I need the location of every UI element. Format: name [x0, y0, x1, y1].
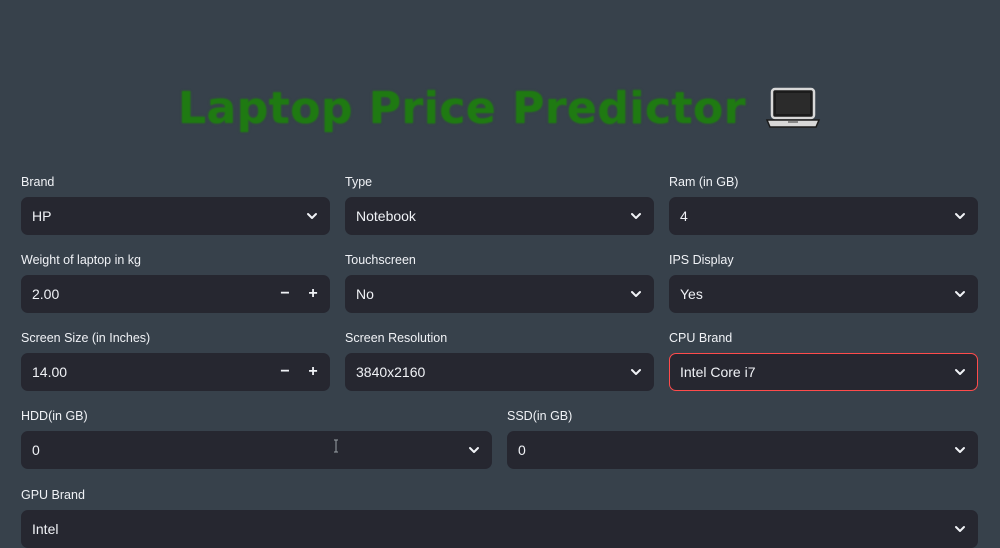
chevron-down-icon	[955, 369, 965, 375]
ips-select[interactable]: Yes	[669, 275, 978, 313]
ram-field: Ram (in GB) 4	[669, 174, 978, 235]
gpu-field: GPU Brand Intel	[21, 487, 978, 548]
resolution-value: 3840x2160	[356, 364, 426, 380]
page-title: Laptop Price Predictor	[178, 82, 746, 134]
chevron-down-icon	[307, 213, 317, 219]
type-value: Notebook	[356, 208, 416, 224]
brand-value: HP	[32, 208, 52, 224]
ram-label: Ram (in GB)	[669, 175, 739, 189]
screen-size-increment-button[interactable]: +	[299, 353, 327, 391]
ssd-label: SSD(in GB)	[507, 409, 573, 423]
touchscreen-field: Touchscreen No	[345, 252, 654, 313]
cpu-value: Intel Core i7	[680, 364, 756, 380]
ips-field: IPS Display Yes	[669, 252, 978, 313]
weight-value[interactable]: 2.00	[32, 286, 271, 302]
resolution-label: Screen Resolution	[345, 331, 448, 345]
ips-value: Yes	[680, 286, 703, 302]
hdd-field: HDD(in GB) 0	[21, 408, 492, 469]
resolution-select[interactable]: 3840x2160	[345, 353, 654, 391]
ssd-value: 0	[518, 442, 526, 458]
cpu-field: CPU Brand Intel Core i7	[669, 330, 978, 391]
ram-value: 4	[680, 208, 688, 224]
laptop-icon	[764, 86, 822, 130]
chevron-down-icon	[631, 213, 641, 219]
cpu-label: CPU Brand	[669, 331, 733, 345]
gpu-value: Intel	[32, 521, 59, 537]
chevron-down-icon	[955, 291, 965, 297]
hdd-label: HDD(in GB)	[21, 409, 88, 423]
chevron-down-icon	[631, 369, 641, 375]
weight-label: Weight of laptop in kg	[21, 253, 141, 267]
screen-size-field: Screen Size (in Inches) 14.00 − +	[21, 330, 330, 391]
ips-label: IPS Display	[669, 253, 734, 267]
hdd-select[interactable]: 0	[21, 431, 492, 469]
screen-size-label: Screen Size (in Inches)	[21, 331, 151, 345]
hdd-value: 0	[32, 442, 40, 458]
chevron-down-icon	[631, 291, 641, 297]
app-page: Laptop Price Predictor Brand HP Type Not…	[0, 0, 1000, 548]
screen-size-decrement-button[interactable]: −	[271, 353, 299, 391]
type-field: Type Notebook	[345, 174, 654, 235]
touchscreen-value: No	[356, 286, 374, 302]
resolution-field: Screen Resolution 3840x2160	[345, 330, 654, 391]
ssd-field: SSD(in GB) 0	[507, 408, 978, 469]
title-row: Laptop Price Predictor	[0, 78, 1000, 138]
screen-size-input[interactable]: 14.00 − +	[21, 353, 330, 391]
cpu-select[interactable]: Intel Core i7	[669, 353, 978, 391]
touchscreen-select[interactable]: No	[345, 275, 654, 313]
type-select[interactable]: Notebook	[345, 197, 654, 235]
gpu-select[interactable]: Intel	[21, 510, 978, 548]
brand-label: Brand	[21, 175, 55, 189]
ram-select[interactable]: 4	[669, 197, 978, 235]
ssd-select[interactable]: 0	[507, 431, 978, 469]
screen-size-value[interactable]: 14.00	[32, 364, 271, 380]
type-label: Type	[345, 175, 373, 189]
brand-field: Brand HP	[21, 174, 330, 235]
chevron-down-icon	[469, 447, 479, 453]
weight-increment-button[interactable]: +	[299, 275, 327, 313]
weight-decrement-button[interactable]: −	[271, 275, 299, 313]
brand-select[interactable]: HP	[21, 197, 330, 235]
chevron-down-icon	[955, 526, 965, 532]
gpu-label: GPU Brand	[21, 488, 85, 502]
text-cursor-icon	[334, 439, 338, 453]
weight-input[interactable]: 2.00 − +	[21, 275, 330, 313]
chevron-down-icon	[955, 213, 965, 219]
touchscreen-label: Touchscreen	[345, 253, 416, 267]
chevron-down-icon	[955, 447, 965, 453]
weight-field: Weight of laptop in kg 2.00 − +	[21, 252, 330, 313]
